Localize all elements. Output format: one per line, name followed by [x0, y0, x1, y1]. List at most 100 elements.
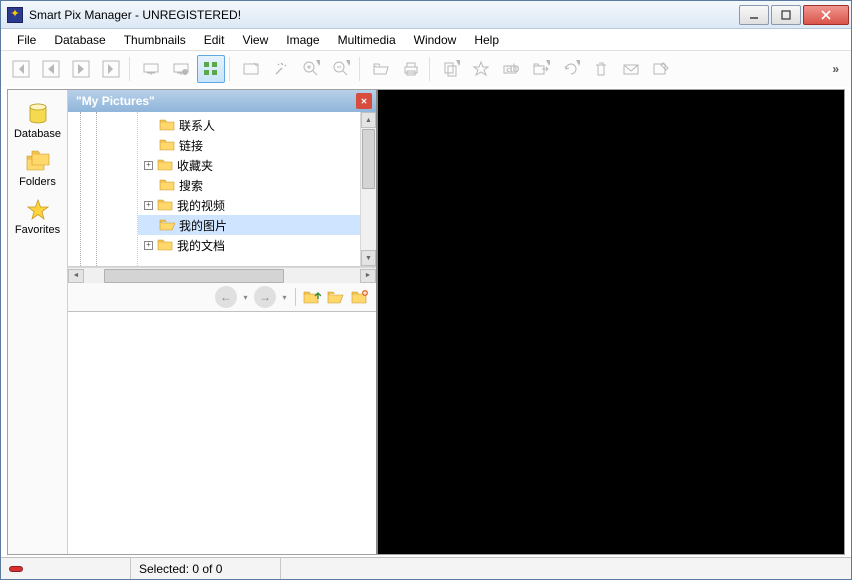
rename-button[interactable]: ab — [497, 55, 525, 83]
toolbar-overflow-button[interactable]: » — [826, 62, 845, 76]
back-button[interactable]: ← — [215, 286, 237, 308]
print-button[interactable] — [397, 55, 425, 83]
browser-panel: "My Pictures" ✕ 联系人 链接 + 收藏夹 搜索 + 我的视频 我的图… — [68, 90, 378, 554]
tree-node-selected[interactable]: 我的图片 — [138, 215, 360, 235]
main-area: Database Folders Favorites "My Pictures"… — [7, 89, 845, 555]
tree-label: 收藏夹 — [177, 157, 213, 174]
tree-label: 联系人 — [179, 117, 215, 134]
title-bar: ✦ Smart Pix Manager - UNREGISTERED! — [1, 1, 851, 29]
tree-node[interactable]: 搜索 — [138, 175, 360, 195]
tree-node[interactable]: + 收藏夹 — [138, 155, 360, 175]
menu-image[interactable]: Image — [278, 31, 327, 49]
tree-label: 我的视频 — [177, 197, 225, 214]
tree-label: 链接 — [179, 137, 203, 154]
tree-vertical-scrollbar[interactable]: ▲ ▼ — [360, 112, 376, 266]
tree-label: 我的文档 — [177, 237, 225, 254]
nav-tab-database[interactable]: Database — [10, 98, 66, 144]
menu-window[interactable]: Window — [406, 31, 465, 49]
nav-last-button[interactable] — [97, 55, 125, 83]
forward-button[interactable]: → — [254, 286, 276, 308]
zoom-out-button[interactable]: ▾ — [327, 55, 355, 83]
thumbnail-pane[interactable] — [68, 311, 376, 554]
folder-icon — [159, 118, 175, 132]
nav-tab-folders[interactable]: Folders — [10, 146, 66, 192]
menu-database[interactable]: Database — [46, 31, 113, 49]
fullscreen-button[interactable] — [237, 55, 265, 83]
star-icon — [24, 198, 52, 222]
tree-node[interactable]: + 我的文档 — [138, 235, 360, 255]
status-spacer — [281, 558, 851, 579]
tree-node[interactable]: 联系人 — [138, 115, 360, 135]
nav-tab-label: Database — [14, 128, 61, 140]
tree-horizontal-scrollbar[interactable]: ◄ ► — [68, 267, 376, 283]
folder-tree: 联系人 链接 + 收藏夹 搜索 + 我的视频 我的图片 + 我的文档 ▲ ▼ — [68, 112, 376, 267]
nav-first-button[interactable] — [7, 55, 35, 83]
scroll-up-button[interactable]: ▲ — [361, 112, 376, 128]
preview-pane[interactable] — [378, 90, 844, 554]
scroll-right-button[interactable]: ► — [360, 269, 376, 283]
new-folder-button[interactable] — [350, 287, 370, 307]
status-selection-cell: Selected: 0 of 0 — [131, 558, 281, 579]
nav-tabs: Database Folders Favorites — [8, 90, 68, 554]
edit-image-button[interactable] — [647, 55, 675, 83]
tree-label: 我的图片 — [179, 217, 227, 234]
up-folder-button[interactable] — [302, 287, 322, 307]
open-folder-button[interactable] — [326, 287, 346, 307]
menu-view[interactable]: View — [234, 31, 276, 49]
scroll-thumb[interactable] — [104, 269, 284, 283]
expand-button[interactable]: + — [144, 161, 153, 170]
nav-tab-favorites[interactable]: Favorites — [10, 194, 66, 240]
nav-prev-button[interactable] — [37, 55, 65, 83]
svg-text:▾: ▾ — [456, 60, 460, 69]
open-button[interactable] — [367, 55, 395, 83]
scroll-down-button[interactable]: ▼ — [361, 250, 376, 266]
folder-icon — [159, 138, 175, 152]
folder-icon — [157, 238, 173, 252]
zoom-in-button[interactable]: ▾ — [297, 55, 325, 83]
copy-button[interactable]: ▾ — [437, 55, 465, 83]
favorite-button[interactable] — [467, 55, 495, 83]
effects-button[interactable] — [267, 55, 295, 83]
forward-menu-button[interactable]: ▾ — [280, 286, 289, 308]
delete-button[interactable] — [587, 55, 615, 83]
app-window: ✦ Smart Pix Manager - UNREGISTERED! File… — [0, 0, 852, 580]
slideshow-button[interactable] — [137, 55, 165, 83]
toolbar: ▾ ▾ ▾ ab ▾ ▾ » — [1, 51, 851, 87]
menu-help[interactable]: Help — [466, 31, 507, 49]
panel-close-button[interactable]: ✕ — [356, 93, 372, 109]
slideshow-stop-button[interactable] — [167, 55, 195, 83]
tree-node[interactable]: + 我的视频 — [138, 195, 360, 215]
close-button[interactable] — [803, 5, 849, 25]
nav-next-button[interactable] — [67, 55, 95, 83]
folder-icon — [159, 178, 175, 192]
tree-node[interactable]: 链接 — [138, 135, 360, 155]
folder-icon — [157, 158, 173, 172]
scroll-left-button[interactable]: ◄ — [68, 269, 84, 283]
status-indicator-cell — [1, 558, 131, 579]
nav-tab-label: Favorites — [15, 224, 60, 236]
scroll-thumb[interactable] — [362, 129, 375, 189]
nav-tab-label: Folders — [19, 176, 56, 188]
svg-text:▾: ▾ — [316, 60, 320, 69]
folder-nav-bar: ← ▾ → ▾ — [68, 283, 376, 311]
move-button[interactable]: ▾ — [527, 55, 555, 83]
menu-edit[interactable]: Edit — [196, 31, 233, 49]
status-selection-text: Selected: 0 of 0 — [139, 562, 222, 576]
maximize-button[interactable] — [771, 5, 801, 25]
email-button[interactable] — [617, 55, 645, 83]
expand-button[interactable]: + — [144, 241, 153, 250]
folders-icon — [24, 150, 52, 174]
window-title: Smart Pix Manager - UNREGISTERED! — [29, 8, 739, 22]
panel-title: "My Pictures" — [72, 94, 356, 108]
thumbnails-view-button[interactable] — [197, 55, 225, 83]
rotate-button[interactable]: ▾ — [557, 55, 585, 83]
menu-multimedia[interactable]: Multimedia — [330, 31, 404, 49]
back-menu-button[interactable]: ▾ — [241, 286, 250, 308]
expand-button[interactable]: + — [144, 201, 153, 210]
menu-bar: File Database Thumbnails Edit View Image… — [1, 29, 851, 51]
menu-file[interactable]: File — [9, 31, 44, 49]
minimize-button[interactable] — [739, 5, 769, 25]
database-icon — [24, 102, 52, 126]
menu-thumbnails[interactable]: Thumbnails — [116, 31, 194, 49]
panel-header: "My Pictures" ✕ — [68, 90, 376, 112]
